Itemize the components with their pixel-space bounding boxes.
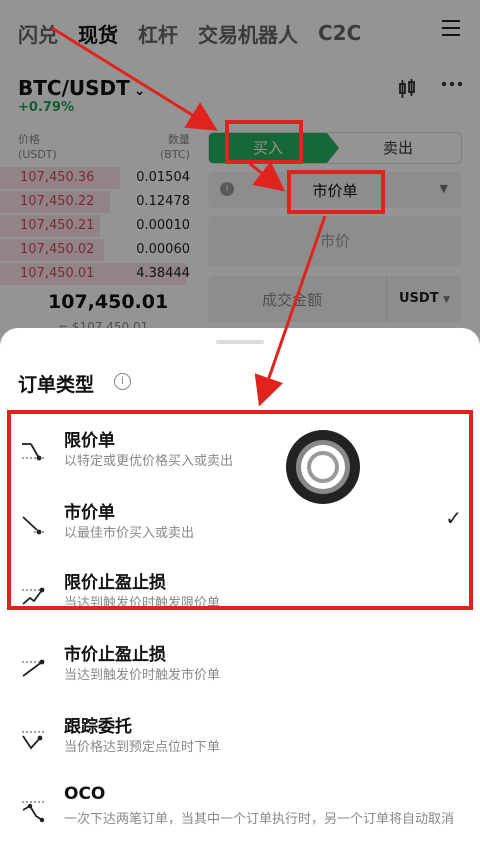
order-option-market-tpsl[interactable]: 市价止盈止损 当达到触发价时触发市价单 (0, 640, 480, 708)
option-name: 市价止盈止损 (64, 645, 166, 665)
oco-icon (22, 801, 46, 823)
option-name: OCO (64, 784, 106, 804)
highlight-options (7, 410, 473, 610)
order-option-oco[interactable]: OCO 一次下达两笔订单，当其中一个订单执行时，另一个订单将自动取消 (0, 784, 480, 851)
touch-ring (296, 440, 350, 494)
touch-core (307, 451, 339, 483)
highlight-order-type (287, 170, 385, 214)
touch-indicator (286, 430, 360, 504)
highlight-buy (225, 120, 303, 164)
info-icon[interactable]: i (114, 373, 131, 390)
sheet-title: 订单类型 (18, 374, 95, 396)
drag-handle[interactable] (216, 340, 264, 344)
option-desc: 当达到触发价时触发市价单 (64, 668, 221, 683)
market-tpsl-icon (22, 659, 46, 677)
option-desc: 一次下达两笔订单，当其中一个订单执行时，另一个订单将自动取消 (64, 812, 455, 827)
option-name: 跟踪委托 (64, 717, 132, 737)
trailing-order-icon (22, 731, 46, 750)
option-desc: 当价格达到预定点位时下单 (64, 740, 221, 755)
order-option-trailing[interactable]: 跟踪委托 当价格达到预定点位时下单 (0, 712, 480, 780)
